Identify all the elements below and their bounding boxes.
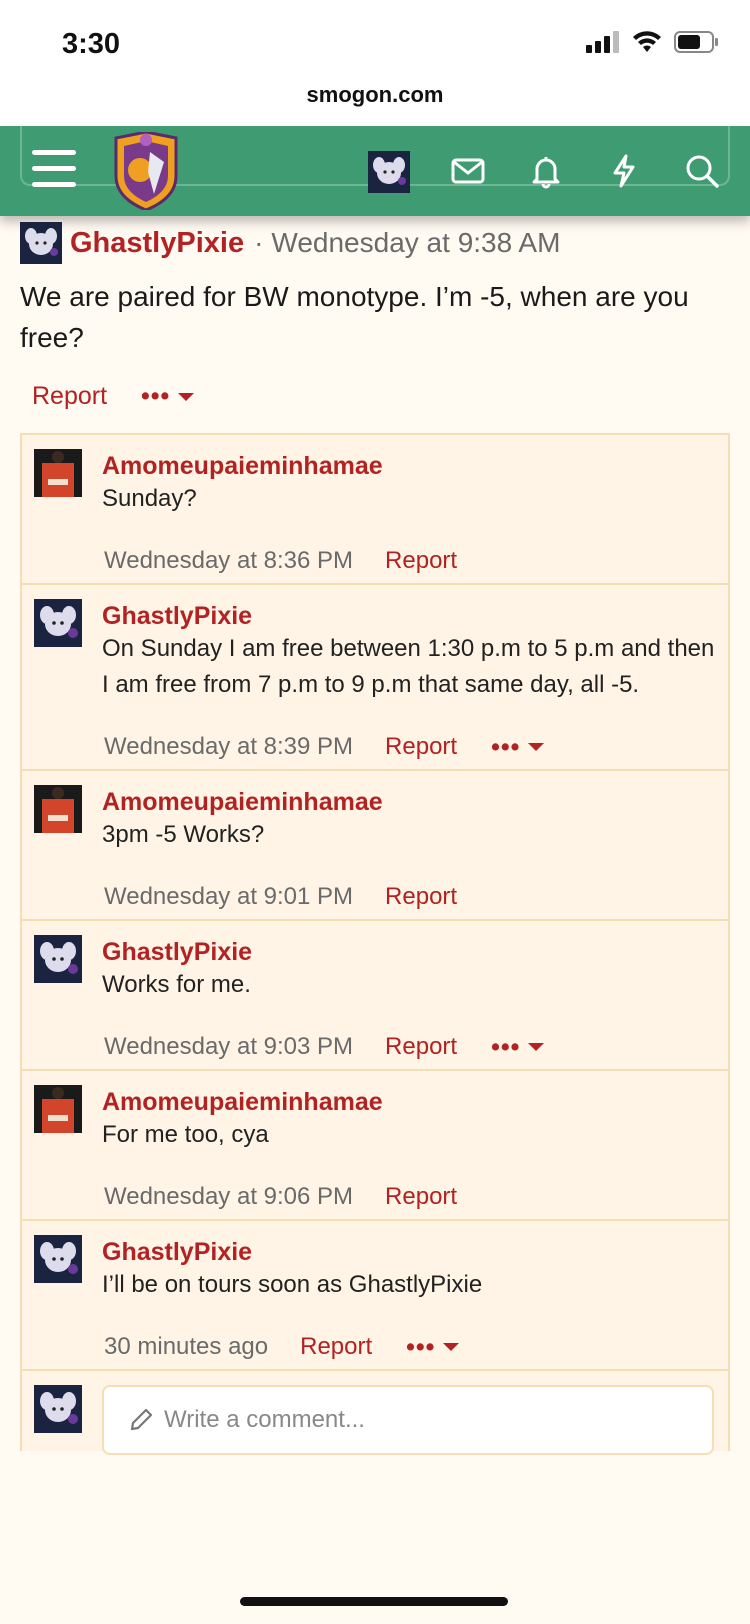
comment-timestamp[interactable]: Wednesday at 8:36 PM — [104, 547, 353, 575]
caret-down-icon — [178, 392, 195, 401]
comment-text: Sunday? — [102, 485, 197, 512]
comment-meta: Wednesday at 8:39 PM Report ••• — [102, 725, 716, 769]
user-avatar[interactable] — [368, 151, 410, 193]
more-dots-icon: ••• — [141, 382, 171, 410]
comment-more-menu[interactable]: ••• — [406, 1332, 460, 1362]
menu-line — [32, 150, 76, 155]
comment-meta: Wednesday at 9:01 PM Report — [102, 875, 716, 919]
mail-icon[interactable] — [450, 153, 486, 189]
battery-icon — [674, 31, 718, 53]
post-author[interactable]: GhastlyPixie — [70, 227, 244, 260]
comment-text: Works for me. — [102, 971, 251, 998]
more-dots-icon: ••• — [491, 1032, 521, 1061]
comment-meta: 30 minutes ago Report ••• — [102, 1325, 716, 1369]
comment-timestamp[interactable]: Wednesday at 9:03 PM — [104, 1033, 353, 1061]
post-body: We are paired for BW monotype. I’m -5, w… — [20, 281, 689, 353]
comment-author-avatar[interactable] — [34, 1235, 82, 1283]
lightning-icon[interactable] — [606, 153, 642, 189]
comment-text: For me too, cya — [102, 1121, 269, 1148]
comment-report-link[interactable]: Report — [385, 733, 457, 761]
comment-item: GhastlyPixie Works for me. Wednesday at 9:… — [22, 921, 728, 1071]
current-user-avatar[interactable] — [34, 1385, 82, 1433]
post-report-link[interactable]: Report — [32, 382, 107, 411]
comment-text: 3pm -5 Works? — [102, 821, 265, 848]
post-more-menu[interactable]: ••• — [141, 382, 195, 411]
post-separator: · — [254, 227, 264, 258]
post-timestamp[interactable]: Wednesday at 9:38 AM — [271, 227, 560, 259]
menu-button[interactable] — [32, 150, 76, 188]
caret-down-icon — [443, 1343, 460, 1351]
comment-more-menu[interactable]: ••• — [491, 1032, 545, 1062]
home-indicator — [240, 1597, 508, 1606]
bell-icon[interactable] — [528, 153, 564, 189]
comment-timestamp[interactable]: Wednesday at 9:06 PM — [104, 1183, 353, 1211]
comment-author-avatar[interactable] — [34, 935, 82, 983]
search-icon[interactable] — [684, 153, 720, 189]
comment-list: Amomeupaieminhamae Sunday? Wednesday at 8:… — [20, 433, 730, 1455]
comment-item: Amomeupaieminhamae 3pm -5 Works? Wednesday… — [22, 771, 728, 921]
comment-timestamp[interactable]: Wednesday at 9:01 PM — [104, 883, 353, 911]
comment-author[interactable]: GhastlyPixie — [102, 1237, 716, 1267]
post-header: GhastlyPixie · Wednesday at 9:38 AM — [20, 222, 560, 264]
signal-icon — [586, 31, 619, 53]
status-time: 3:30 — [62, 28, 121, 60]
comment-text: I’ll be on tours soon as GhastlyPixie — [102, 1271, 483, 1298]
caret-down-icon — [528, 743, 545, 751]
comment-item: Amomeupaieminhamae Sunday? Wednesday at 8:… — [22, 435, 728, 585]
comment-report-link[interactable]: Report — [385, 1183, 457, 1211]
comment-report-link[interactable]: Report — [385, 1033, 457, 1061]
more-dots-icon: ••• — [406, 1332, 436, 1361]
comment-more-menu[interactable]: ••• — [491, 732, 545, 762]
comment-item: GhastlyPixie On Sunday I am free between … — [22, 585, 728, 771]
comment-item: Amomeupaieminhamae For me too, cya Wednesd… — [22, 1071, 728, 1221]
comment-meta: Wednesday at 9:03 PM Report ••• — [102, 1025, 716, 1069]
post-author-avatar[interactable] — [20, 222, 62, 264]
menu-line — [32, 182, 76, 187]
comment-timestamp[interactable]: 30 minutes ago — [104, 1333, 268, 1361]
write-comment-input[interactable]: Write a comment... — [102, 1385, 714, 1455]
caret-down-icon — [528, 1043, 545, 1051]
comment-author[interactable]: GhastlyPixie — [102, 601, 716, 631]
comment-report-link[interactable]: Report — [385, 547, 457, 575]
more-dots-icon: ••• — [491, 732, 521, 761]
write-comment-row: Write a comment... — [22, 1371, 728, 1455]
comment-author-avatar[interactable] — [34, 449, 82, 497]
top-nav — [0, 126, 750, 216]
comment-author[interactable]: Amomeupaieminhamae — [102, 1087, 716, 1117]
post-actions: Report ••• — [32, 382, 195, 411]
menu-line — [32, 166, 76, 171]
comment-author[interactable]: Amomeupaieminhamae — [102, 787, 716, 817]
comment-author-avatar[interactable] — [34, 1085, 82, 1133]
comment-author-avatar[interactable] — [34, 599, 82, 647]
comment-meta: Wednesday at 9:06 PM Report — [102, 1175, 716, 1219]
comment-timestamp[interactable]: Wednesday at 8:39 PM — [104, 733, 353, 761]
comment-item: GhastlyPixie I’ll be on tours soon as Gha… — [22, 1221, 728, 1371]
comment-meta: Wednesday at 8:36 PM Report — [102, 539, 716, 583]
comment-author[interactable]: Amomeupaieminhamae — [102, 451, 716, 481]
comment-author[interactable]: GhastlyPixie — [102, 937, 716, 967]
smogon-logo[interactable] — [110, 132, 182, 210]
comment-text: On Sunday I am free between 1:30 p.m to … — [102, 635, 715, 698]
comment-report-link[interactable]: Report — [385, 883, 457, 911]
pencil-icon — [130, 1408, 153, 1431]
wifi-icon — [633, 31, 661, 52]
url-bar[interactable]: smogon.com — [0, 72, 750, 126]
status-icons — [586, 30, 720, 54]
write-comment-placeholder: Write a comment... — [164, 1406, 365, 1433]
comment-report-link[interactable]: Report — [300, 1333, 372, 1361]
comment-author-avatar[interactable] — [34, 785, 82, 833]
status-bar: 3:30 — [0, 0, 750, 80]
